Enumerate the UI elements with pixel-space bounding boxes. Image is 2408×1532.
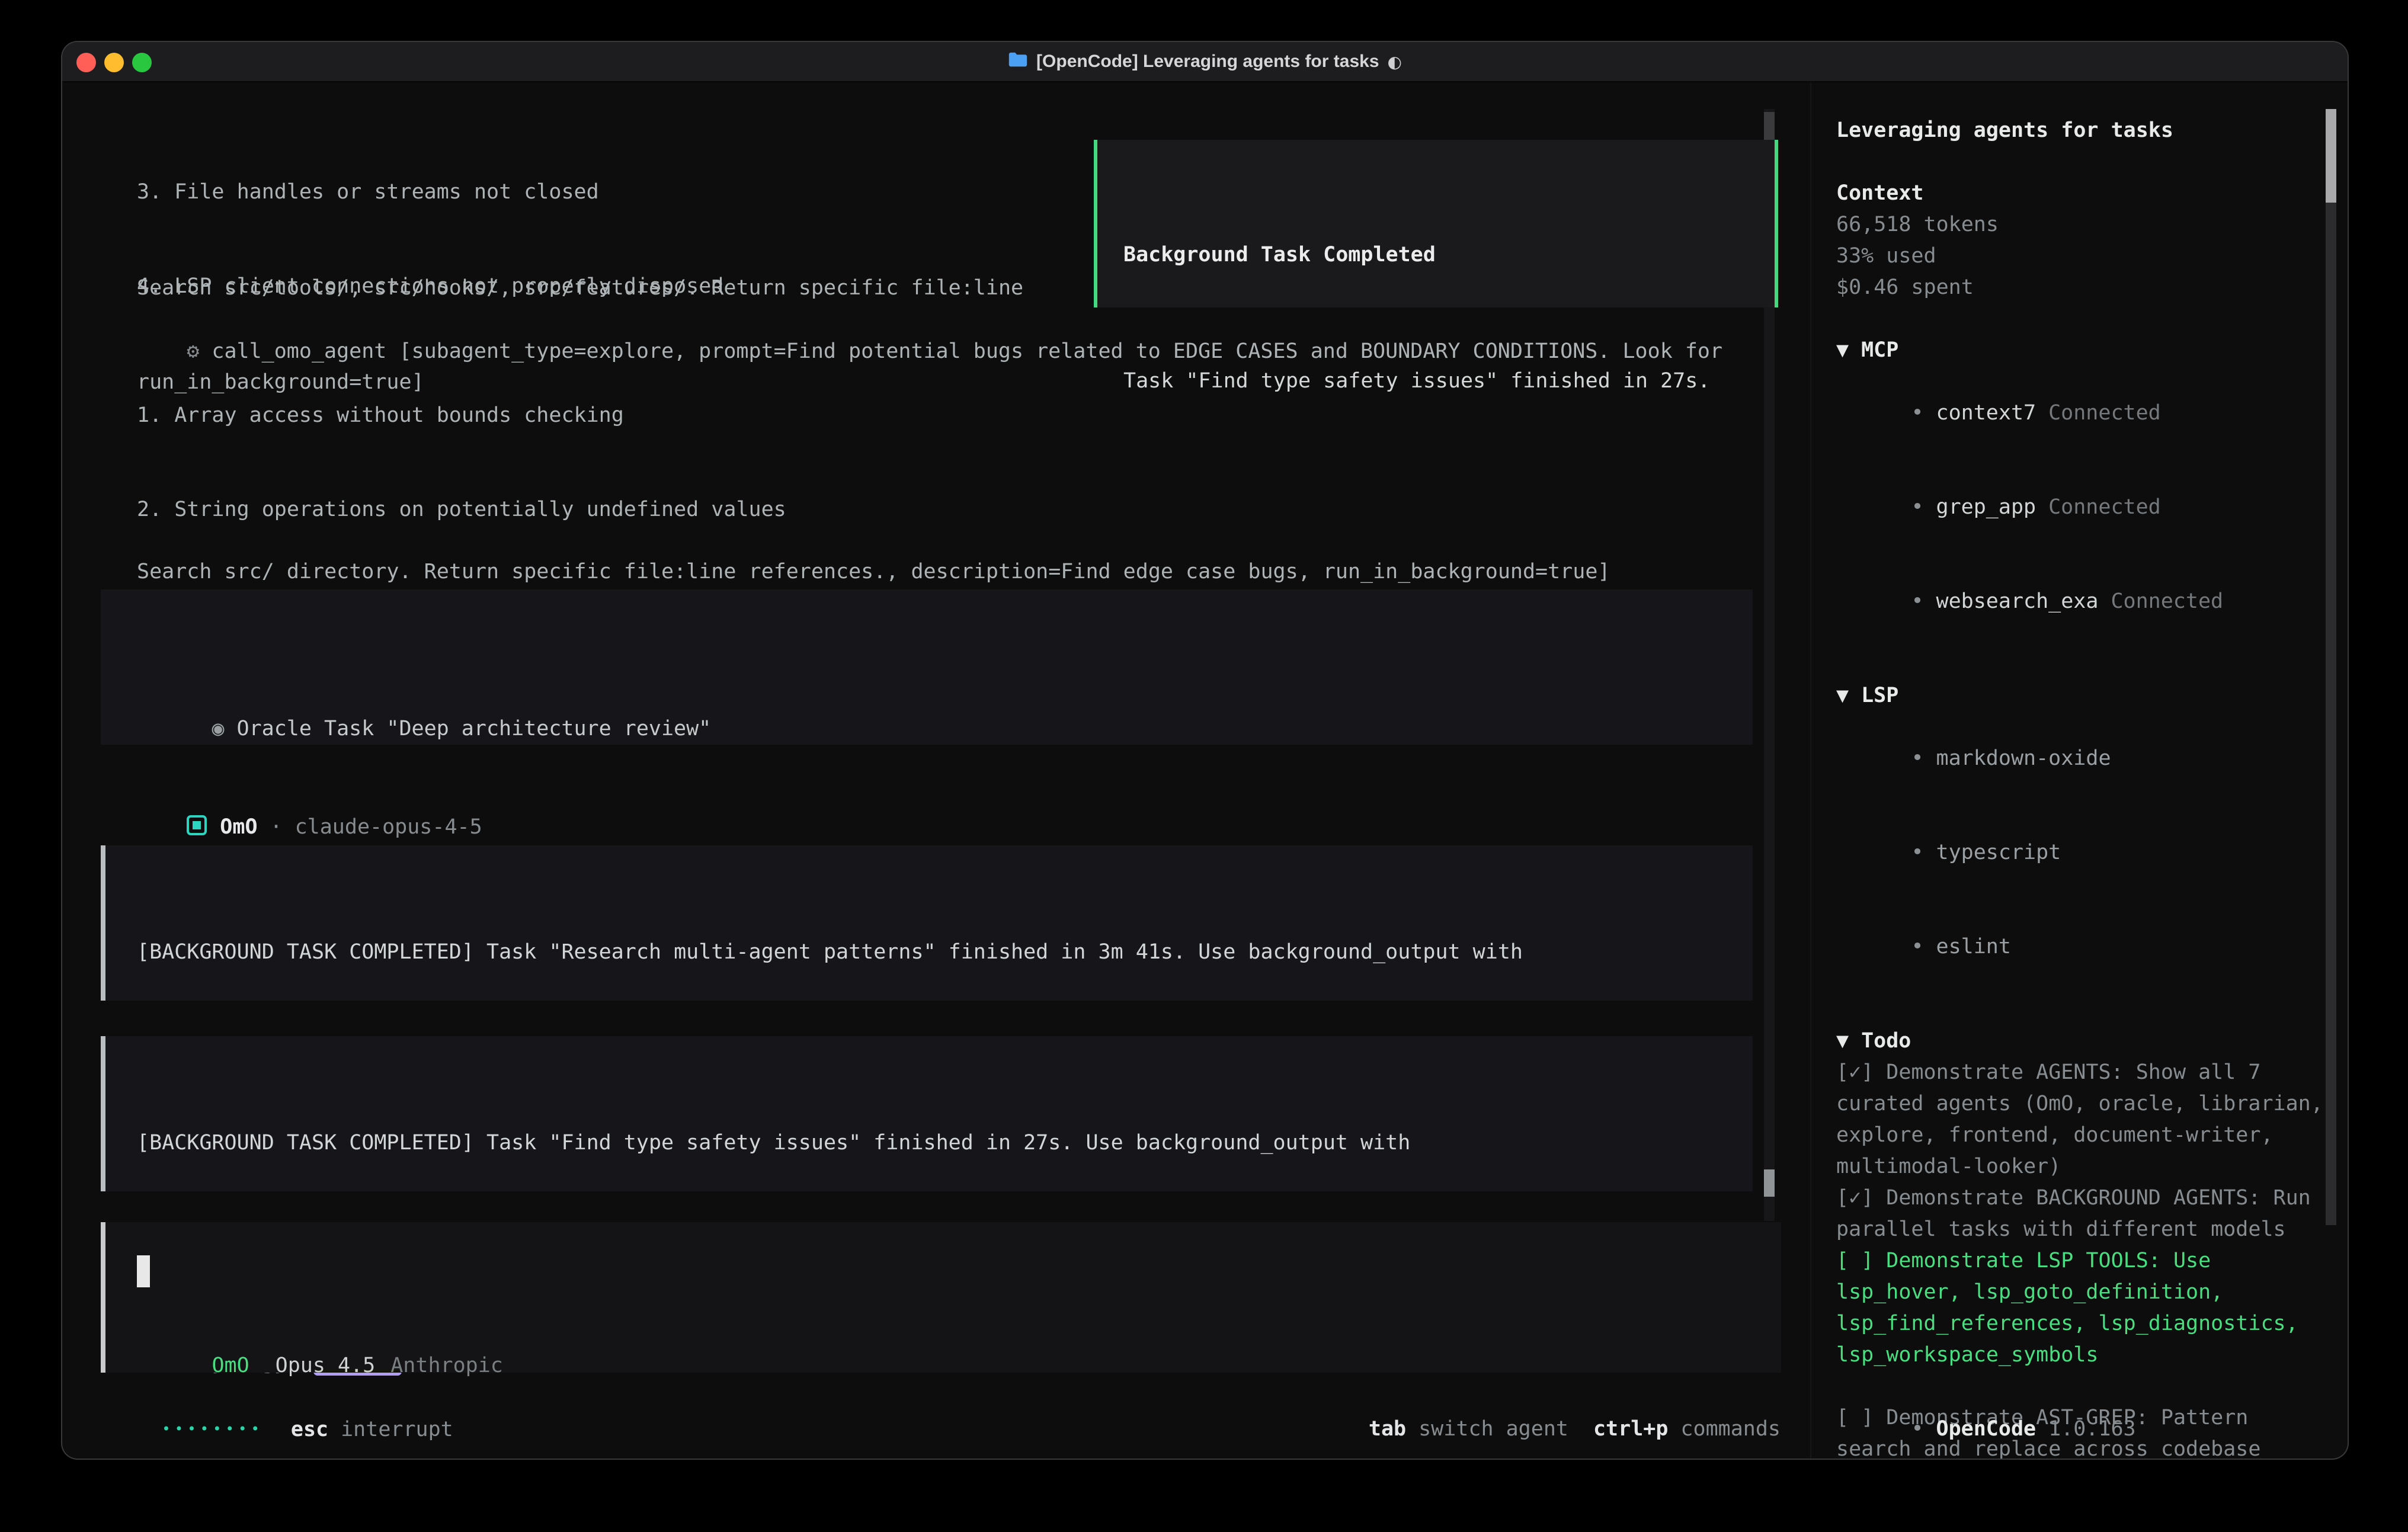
notification-body: Task "Find type safety issues" finished … [1123,366,1775,397]
window-title-group: [OpenCode] Leveraging agents for tasks ◐ [1008,52,1402,72]
lsp-item: • markdown-oxide [1836,711,2324,806]
lsp-section-header[interactable]: ▼ LSP [1836,680,2324,711]
background-task-notification: Background Task Completed Task "Find typ… [1094,140,1778,307]
todo-section-header[interactable]: ▼ Todo [1836,1025,2324,1057]
mcp-item: • grep_app Connected [1836,460,2324,555]
todo-item: [✓] Demonstrate AGENTS: Show all 7 curat… [1836,1057,2324,1182]
agent-name: OmO [220,815,257,839]
minimize-window-button[interactable] [104,53,124,72]
separator-dot: · [270,815,283,839]
tab-key-label: switch agent [1418,1417,1568,1441]
lsp-item: • typescript [1836,806,2324,900]
log-line: 3. File handles or streams not closed [137,177,723,208]
session-title: Leveraging agents for tasks [1836,115,2324,146]
mcp-status: Connected [2111,589,2223,613]
tab-key-hint: tab [1369,1417,1406,1441]
chevron-down-icon: ▼ [1836,684,1849,707]
ctrlp-key-label: commands [1680,1417,1781,1441]
close-window-button[interactable] [76,53,96,72]
main-scrollbar-thumb[interactable] [1764,1169,1775,1197]
app-version-line: • OpenCode 1.0.163 [1836,1382,2136,1459]
prompt-input[interactable]: OmOOpus 4.5Anthropic [101,1222,1781,1373]
lsp-name: eslint [1936,935,2011,959]
ctrlp-key-hint: ctrl+p [1593,1417,1668,1441]
mcp-name: websearch_exa [1936,589,2099,613]
lsp-item: • eslint [1836,900,2324,994]
mcp-section-header[interactable]: ▼ MCP [1836,335,2324,366]
bullet-icon: • [1911,495,1923,519]
background-task-message: [BACKGROUND TASK COMPLETED] Task "Resear… [101,845,1753,1001]
oracle-task-title-line: ◉ Oracle Task "Deep architecture review" [137,682,1753,776]
text-cursor [137,1255,150,1287]
mcp-status: Connected [2048,495,2161,519]
bullet-icon: • [1911,589,1923,613]
half-circle-icon: ◐ [1388,52,1402,72]
todo-item: [ ] Demonstrate LSP TOOLS: Use lsp_hover… [1836,1245,2324,1371]
mcp-status: Connected [2048,401,2161,425]
mcp-name: context7 [1936,401,2036,425]
oracle-task-title: Oracle Task "Deep architecture review" [237,717,712,741]
context-spent: $0.46 spent [1836,272,2324,303]
zoom-window-button[interactable] [132,53,152,72]
bullet-icon: • [1911,1417,1923,1441]
todo-header-label: Todo [1861,1029,1911,1053]
mcp-item: • context7 Connected [1836,366,2324,460]
mcp-name: grep_app [1936,495,2036,519]
task-message-line: [BACKGROUND TASK COMPLETED] Task "Find t… [137,1127,1753,1159]
spinner-icon: •••••••• [162,1421,264,1437]
terminal-window: [OpenCode] Leveraging agents for tasks ◐… [62,42,2348,1459]
input-model-name: Opus 4.5 [276,1354,376,1377]
window-title: [OpenCode] Leveraging agents for tasks [1036,52,1379,72]
esc-key-label: interrupt [341,1418,453,1441]
lsp-name: typescript [1936,841,2061,864]
background-task-message: [BACKGROUND TASK COMPLETED] Task "Find t… [101,1036,1753,1191]
log-line: Search src/tools/, src/hooks/, src/featu… [137,273,1023,304]
todo-item: [✓] Demonstrate BACKGROUND AGENTS: Run p… [1836,1182,2324,1245]
traffic-lights [76,53,152,72]
oracle-task-box: ◉Oracle Task "Deep architecture review" … [101,589,1753,745]
lsp-name: markdown-oxide [1936,746,2111,770]
bullet-icon: • [1911,401,1923,425]
mcp-header-label: MCP [1861,338,1898,362]
folder-icon [1008,52,1028,72]
app-version: 1.0.163 [2048,1417,2136,1441]
notification-title: Background Task Completed [1123,239,1775,271]
bullet-icon: • [1911,841,1923,864]
app-name: OpenCode [1936,1417,2036,1441]
bullet-icon: • [1911,935,1923,959]
mcp-item: • websearch_exa Connected [1836,555,2324,649]
sidebar: Leveraging agents for tasks Context 66,5… [1810,82,2348,1459]
chevron-down-icon: ▼ [1836,1029,1849,1053]
statusbar-right: tab switch agent ctrl+p commands [1319,1382,1781,1459]
input-provider-name: Anthropic [390,1354,503,1377]
input-agent-name: OmO [212,1354,249,1377]
bullet-icon: • [1911,746,1923,770]
log-line: 1. Array access without bounds checking [137,400,936,431]
log-line: Search src/ directory. Return specific f… [137,556,1610,588]
titlebar: [OpenCode] Leveraging agents for tasks ◐ [62,42,2348,82]
context-header: Context [1836,178,2324,209]
agent-checkbox-icon [187,815,207,835]
fisheye-icon: ◉ [212,717,224,741]
esc-key-hint: esc [291,1418,328,1441]
context-used: 33% used [1836,241,2324,272]
context-tokens: 66,518 tokens [1836,209,2324,241]
agent-model: claude-opus-4-5 [295,815,482,839]
chevron-down-icon: ▼ [1836,338,1849,362]
statusbar-left: •••••••• esc interrupt [112,1382,453,1459]
lsp-header-label: LSP [1861,684,1898,707]
task-message-line: [BACKGROUND TASK COMPLETED] Task "Resear… [137,937,1753,968]
